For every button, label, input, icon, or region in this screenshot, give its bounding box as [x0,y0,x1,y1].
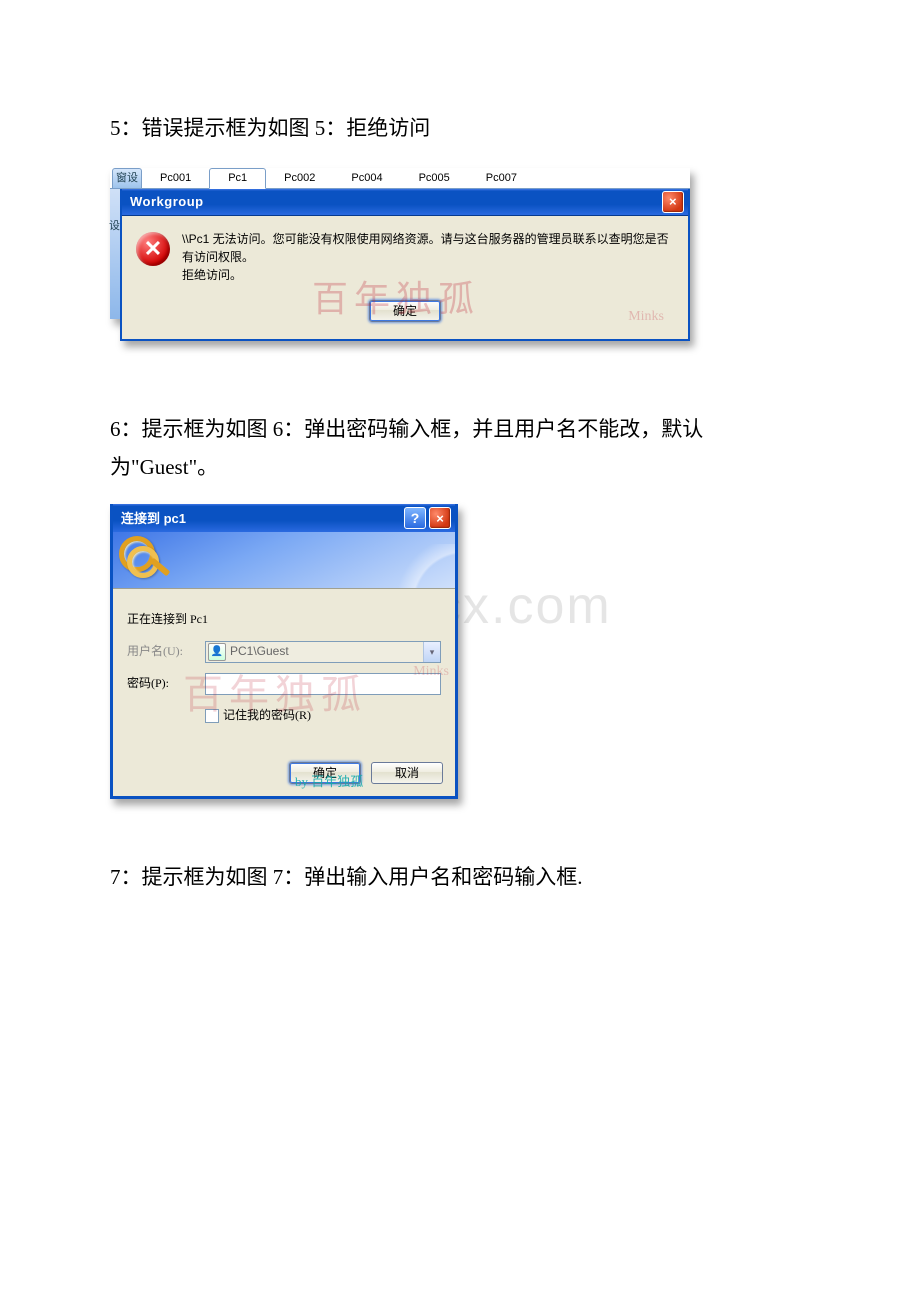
user-avatar-icon: 👤 [208,643,226,661]
screenshot-connect-dialog: 连接到 pc1 ? × 正在连接到 Pc1 用户名(U): 👤 [110,504,458,798]
dialog-title-text: Workgroup [130,190,662,213]
connecting-label: 正在连接到 Pc1 [127,609,441,631]
tab-pc002[interactable]: Pc002 [266,169,333,188]
tab-bar: 窗设 Pc001 Pc1 Pc002 Pc004 Pc005 Pc007 [110,168,690,189]
connect-dialog: 连接到 pc1 ? × 正在连接到 Pc1 用户名(U): 👤 [110,504,458,798]
error-dialog: Workgroup × ✕ \\Pc1 无法访问。您可能没有权限使用网络资源。请… [120,189,690,341]
close-icon[interactable]: × [662,191,684,213]
password-field-wrap[interactable] [205,673,441,695]
help-icon[interactable]: ? [404,507,426,529]
dialog-title-text: 连接到 pc1 [121,507,404,530]
paragraph-7: 7：提示框为如图 7：弹出输入用户名和密码输入框. [110,859,810,897]
dialog-body: 正在连接到 Pc1 用户名(U): 👤 PC1\Guest ▾ 密码(P): [113,589,455,738]
dialog-header-graphic [113,532,455,589]
ok-button[interactable]: 确定 [289,762,361,784]
error-message-line2: 拒绝访问。 [182,268,242,282]
password-label: 密码(P): [127,673,205,695]
username-value: PC1\Guest [230,641,289,663]
remember-label: 记住我的密码(R) [223,705,311,727]
left-strip-label: 设 [109,217,120,237]
tab-pc007[interactable]: Pc007 [468,169,535,188]
screenshot-error-dialog: 窗设 Pc001 Pc1 Pc002 Pc004 Pc005 Pc007 设 W… [110,168,690,341]
chevron-down-icon[interactable]: ▾ [423,642,440,662]
tab-window-settings[interactable]: 窗设 [112,168,142,188]
username-field: 👤 PC1\Guest ▾ [205,641,441,663]
tab-pc005[interactable]: Pc005 [401,169,468,188]
remember-checkbox[interactable] [205,709,219,723]
dialog-titlebar[interactable]: Workgroup × [122,189,688,216]
paragraph-6: 6：提示框为如图 6：弹出密码输入框，并且用户名不能改，默认为"Guest"。 [110,411,810,487]
close-icon[interactable]: × [429,507,451,529]
dialog-button-row: 确定 [122,294,688,339]
error-message: \\Pc1 无法访问。您可能没有权限使用网络资源。请与这台服务器的管理员联系以查… [182,230,674,284]
dialog-body: ✕ \\Pc1 无法访问。您可能没有权限使用网络资源。请与这台服务器的管理员联系… [122,216,688,294]
paragraph-5: 5：错误提示框为如图 5：拒绝访问 [110,110,810,148]
tab-pc001[interactable]: Pc001 [142,169,209,188]
tab-pc004[interactable]: Pc004 [333,169,400,188]
username-row: 用户名(U): 👤 PC1\Guest ▾ [127,641,441,663]
dialog-button-row: 确定 取消 [113,739,455,796]
remember-row: 记住我的密码(R) [205,705,441,727]
error-icon: ✕ [136,232,170,266]
keys-icon [119,534,175,584]
cancel-button[interactable]: 取消 [371,762,443,784]
ok-button[interactable]: 确定 [369,300,441,322]
username-label: 用户名(U): [127,641,205,663]
tab-pc1[interactable]: Pc1 [209,168,266,189]
error-message-line1: \\Pc1 无法访问。您可能没有权限使用网络资源。请与这台服务器的管理员联系以查… [182,232,669,264]
dialog-titlebar[interactable]: 连接到 pc1 ? × [113,504,455,532]
password-row: 密码(P): [127,673,441,695]
password-input[interactable] [208,674,438,694]
